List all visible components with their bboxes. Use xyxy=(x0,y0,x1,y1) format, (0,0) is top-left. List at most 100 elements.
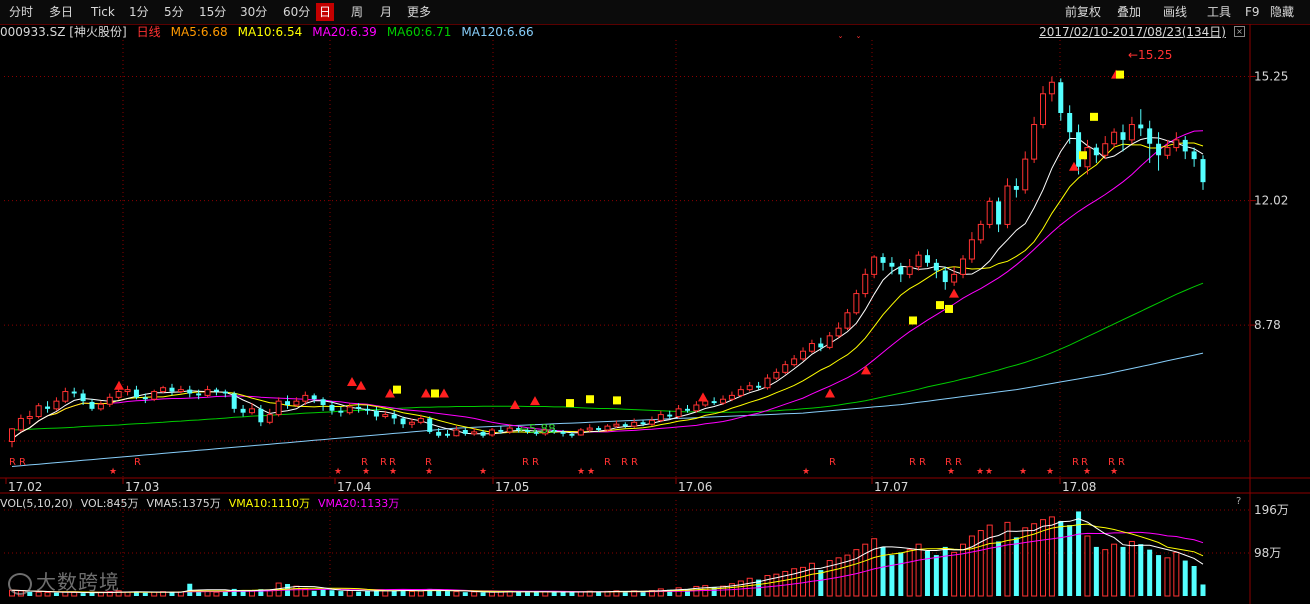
candle-body xyxy=(462,429,468,434)
candle-body xyxy=(996,201,1002,225)
volume-bar xyxy=(311,590,317,596)
volume-bar xyxy=(329,590,335,596)
signal-star-marker: ★ xyxy=(1019,467,1027,477)
candle-body xyxy=(826,335,833,348)
candle-body xyxy=(1093,147,1099,156)
volume-bar xyxy=(924,551,930,596)
candle-body xyxy=(1182,139,1188,152)
volume-bar xyxy=(942,546,948,596)
candle-body xyxy=(293,400,300,406)
candle-body xyxy=(151,391,158,400)
candle-body xyxy=(45,406,51,409)
candle-body xyxy=(338,410,344,413)
volume-bar xyxy=(889,555,895,596)
help-icon[interactable]: ? xyxy=(1236,496,1241,507)
candle-body xyxy=(657,414,664,421)
volume-bar xyxy=(1111,543,1118,597)
volume-bar xyxy=(898,552,904,596)
candle-body xyxy=(204,389,211,396)
volume-bar xyxy=(1156,555,1162,596)
volume-bar xyxy=(1182,560,1188,596)
candle-body xyxy=(373,410,379,417)
candle-body xyxy=(586,427,593,431)
volume-bar xyxy=(968,535,975,597)
signal-up-triangle xyxy=(439,388,449,398)
candle-body xyxy=(968,239,975,260)
volume-bar xyxy=(596,591,602,596)
volume-bar xyxy=(862,543,869,597)
candle-body xyxy=(942,270,948,283)
candle-body xyxy=(880,257,886,263)
volume-bar xyxy=(1093,546,1099,596)
volume-bar xyxy=(577,591,584,597)
signal-top-marker: ˇ xyxy=(856,35,861,47)
min-price-label: ←5.88 xyxy=(519,422,556,436)
candle-body xyxy=(1076,132,1082,167)
volume-bar xyxy=(142,592,148,596)
volume-bar xyxy=(746,577,753,597)
volume-bar xyxy=(231,588,237,596)
signal-r-marker: R xyxy=(1072,457,1079,468)
signal-star-marker: ★ xyxy=(1046,467,1054,477)
candle-body xyxy=(960,258,967,275)
volume-bar xyxy=(1013,537,1019,596)
kline-chart: 15.25 12.02 8.78 17.02 17.03 17.04 17.05 17.06 1… xyxy=(0,24,1310,604)
candle-body xyxy=(1191,151,1197,160)
volume-bar xyxy=(1084,535,1091,597)
candle-body xyxy=(728,394,735,400)
candle-body xyxy=(240,408,246,413)
volume-bar xyxy=(293,585,300,597)
volume-bar xyxy=(1058,521,1064,596)
candle-body xyxy=(711,401,717,404)
watermark-logo: 大数跨境 xyxy=(8,566,120,595)
candle-body xyxy=(213,389,219,392)
ma60-line xyxy=(11,282,1204,431)
candle-body xyxy=(453,429,460,437)
signal-star-marker: ★ xyxy=(976,467,984,477)
signal-yellow-square xyxy=(431,389,439,398)
volume-bar xyxy=(915,543,922,597)
volume-bar xyxy=(462,592,468,596)
volume-bar xyxy=(453,591,460,597)
volume-bar xyxy=(436,590,442,596)
candle-body xyxy=(436,431,442,436)
volume-bar xyxy=(986,524,993,597)
candle-body xyxy=(53,400,60,410)
x-tick-label: 17.04 xyxy=(337,480,371,494)
candle-body xyxy=(1048,81,1055,95)
candle-body xyxy=(258,408,264,423)
volume-bar xyxy=(960,543,967,597)
candle-body xyxy=(1138,124,1144,129)
candle-body xyxy=(800,350,807,360)
signal-yellow-square xyxy=(1090,112,1098,121)
volume-bar xyxy=(818,570,824,596)
signal-r-marker: R xyxy=(522,457,529,468)
candle-body xyxy=(427,418,433,432)
volume-bar xyxy=(906,549,913,597)
max-price-label: ←15.25 xyxy=(1128,48,1172,62)
candle-body xyxy=(853,293,860,314)
signal-yellow-square xyxy=(586,395,594,404)
candle-body xyxy=(97,403,104,410)
signal-r-marker: R xyxy=(1118,457,1125,468)
candle-body xyxy=(382,414,389,418)
candle-body xyxy=(720,398,727,404)
volume-bar xyxy=(471,591,478,597)
candle-body xyxy=(569,433,575,436)
y-tick-label: 15.25 xyxy=(1254,70,1288,84)
volume-bar xyxy=(346,590,353,597)
candle-body xyxy=(196,393,202,396)
volume-bar xyxy=(169,592,175,596)
signal-star-marker: ★ xyxy=(334,467,342,477)
signal-star-marker: ★ xyxy=(947,467,955,477)
volume-bar xyxy=(560,592,566,596)
volume-indicator-label: VOL(5,10,20) xyxy=(0,497,73,510)
volume-bar xyxy=(1173,551,1180,597)
volume-tick-label: 98万 xyxy=(1254,546,1281,560)
candle-body xyxy=(577,429,584,436)
signal-star-marker: ★ xyxy=(479,467,487,477)
volume-bar xyxy=(675,587,682,597)
signal-up-triangle xyxy=(356,380,366,390)
candle-body xyxy=(1147,128,1153,144)
candle-body xyxy=(89,401,95,409)
